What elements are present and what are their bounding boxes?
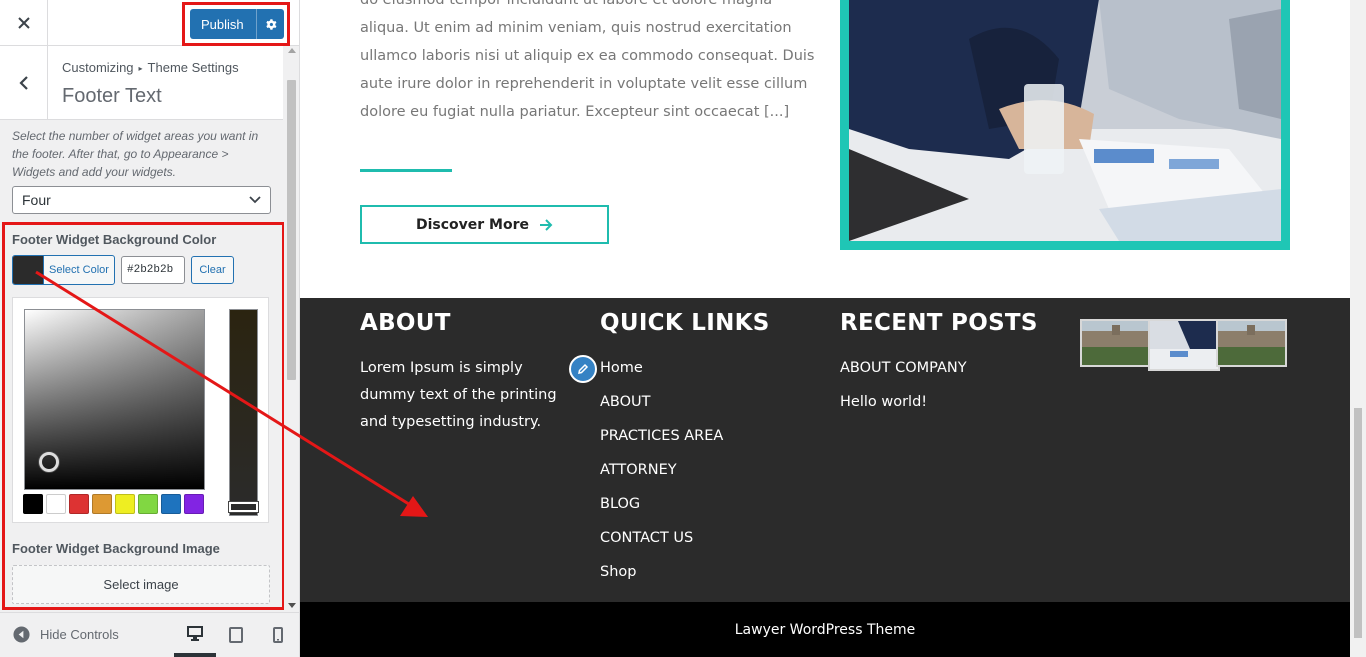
color-palette [23, 494, 204, 514]
clear-color-button[interactable]: Clear [191, 256, 234, 284]
breadcrumb-separator-icon: ▸ [138, 64, 143, 73]
publish-label: Publish [201, 16, 244, 32]
discover-more-label: Discover More [415, 216, 530, 233]
quick-link-item[interactable]: Shop [600, 564, 723, 598]
customizer-header: Publish [0, 0, 299, 46]
widget-areas-selected-value: Four [22, 192, 51, 208]
palette-swatch[interactable] [46, 494, 66, 514]
palette-swatch[interactable] [115, 494, 135, 514]
hide-controls-button[interactable]: Hide Controls [13, 626, 119, 643]
widget-areas-select[interactable]: Four [12, 186, 271, 214]
recent-post-item[interactable]: ABOUT COMPANY [840, 360, 967, 394]
gear-icon [266, 18, 277, 30]
quick-links-list: Home ABOUT PRACTICES AREA ATTORNEY BLOG CONTA… [600, 360, 723, 598]
footer-widgets-area: ABOUT Lorem Ipsum is simply dummy text o… [300, 298, 1350, 602]
scroll-up-icon[interactable] [288, 48, 296, 53]
recent-post-item[interactable]: Hello world! [840, 394, 967, 428]
preview-scroll-thumb[interactable] [1354, 408, 1362, 638]
arrow-right-icon [540, 218, 553, 231]
close-icon [17, 17, 30, 29]
recent-posts-list: ABOUT COMPANY Hello world! [840, 360, 967, 428]
site-preview: do eiusmod tempor incididunt ut labore e… [300, 0, 1366, 657]
palette-swatch[interactable] [23, 494, 43, 514]
hue-slider[interactable] [229, 309, 258, 516]
widget-areas-description: Select the number of widget areas you wa… [12, 129, 259, 179]
post-excerpt: do eiusmod tempor incididunt ut labore e… [360, 0, 815, 120]
select-color-button[interactable]: Select Color [12, 255, 115, 285]
about-widget-title: ABOUT [360, 310, 451, 336]
recent-posts-title: RECENT POSTS [840, 310, 1038, 336]
publish-button[interactable]: Publish [190, 9, 284, 39]
palette-swatch[interactable] [184, 494, 204, 514]
sidebar-scrollbar[interactable] [284, 46, 299, 610]
saturation-handle[interactable] [39, 452, 59, 472]
hide-controls-label: Hide Controls [40, 627, 119, 642]
customizer-footer: Hide Controls [0, 612, 299, 657]
preview-mobile-button[interactable] [257, 613, 299, 657]
business-meeting-photo [840, 0, 1290, 250]
section-header: Customizing ▸ Theme Settings Footer Text [0, 46, 283, 120]
quick-link-item[interactable]: CONTACT US [600, 530, 723, 564]
gallery-image-meeting[interactable] [1148, 319, 1220, 371]
palette-swatch[interactable] [138, 494, 158, 514]
preview-scrollbar[interactable] [1350, 0, 1366, 657]
quick-link-item[interactable]: ATTORNEY [600, 462, 723, 496]
breadcrumb: Customizing ▸ Theme Settings [62, 60, 239, 75]
edit-shortcut-pencil-icon[interactable] [569, 355, 597, 383]
color-picker [12, 297, 269, 523]
current-color-swatch [13, 256, 43, 284]
hex-color-input[interactable] [121, 256, 185, 284]
close-customizer-button[interactable] [0, 0, 48, 46]
select-color-label: Select Color [43, 256, 114, 284]
copyright-text: Lawyer WordPress Theme [734, 621, 916, 638]
preview-desktop-button[interactable] [174, 613, 216, 657]
collapse-arrow-icon [13, 626, 30, 643]
about-widget-text: Lorem Ipsum is simply dummy text of the … [360, 360, 557, 430]
saturation-area[interactable] [24, 309, 205, 490]
quick-link-item[interactable]: PRACTICES AREA [600, 428, 723, 462]
accent-divider [360, 169, 452, 172]
gallery-image-campus[interactable] [1080, 319, 1152, 367]
discover-more-button[interactable]: Discover More [360, 205, 609, 244]
palette-swatch[interactable] [161, 494, 181, 514]
breadcrumb-section: Theme Settings [147, 60, 239, 75]
hue-slider-handle[interactable] [229, 502, 258, 512]
publish-settings-gear-icon[interactable] [257, 18, 284, 31]
tablet-icon [229, 627, 243, 643]
footer-gallery [1080, 319, 1287, 371]
back-button[interactable] [0, 46, 48, 119]
palette-swatch[interactable] [69, 494, 89, 514]
customizer-sidebar: Publish Customizing ▸ Theme Settings Foote… [0, 0, 300, 657]
select-image-button[interactable]: Select image [12, 565, 270, 604]
bg-color-label: Footer Widget Background Color [12, 232, 217, 247]
section-title: Footer Text [62, 85, 162, 107]
scroll-down-icon[interactable] [288, 603, 296, 608]
preview-tablet-button[interactable] [215, 613, 257, 657]
bg-image-label: Footer Widget Background Image [12, 541, 220, 556]
desktop-icon [187, 625, 203, 641]
quick-link-item[interactable]: Home [600, 360, 723, 394]
breadcrumb-root: Customizing [62, 60, 134, 75]
chevron-down-icon [249, 187, 261, 221]
quick-link-item[interactable]: BLOG [600, 496, 723, 530]
chevron-left-icon [18, 75, 28, 90]
palette-swatch[interactable] [92, 494, 112, 514]
gallery-image-campus-2[interactable] [1216, 319, 1287, 367]
quick-links-title: QUICK LINKS [600, 310, 770, 336]
copyright-bar: Lawyer WordPress Theme [300, 602, 1350, 657]
sidebar-scroll-thumb[interactable] [287, 80, 296, 380]
mobile-icon [273, 627, 283, 643]
quick-link-item[interactable]: ABOUT [600, 394, 723, 428]
